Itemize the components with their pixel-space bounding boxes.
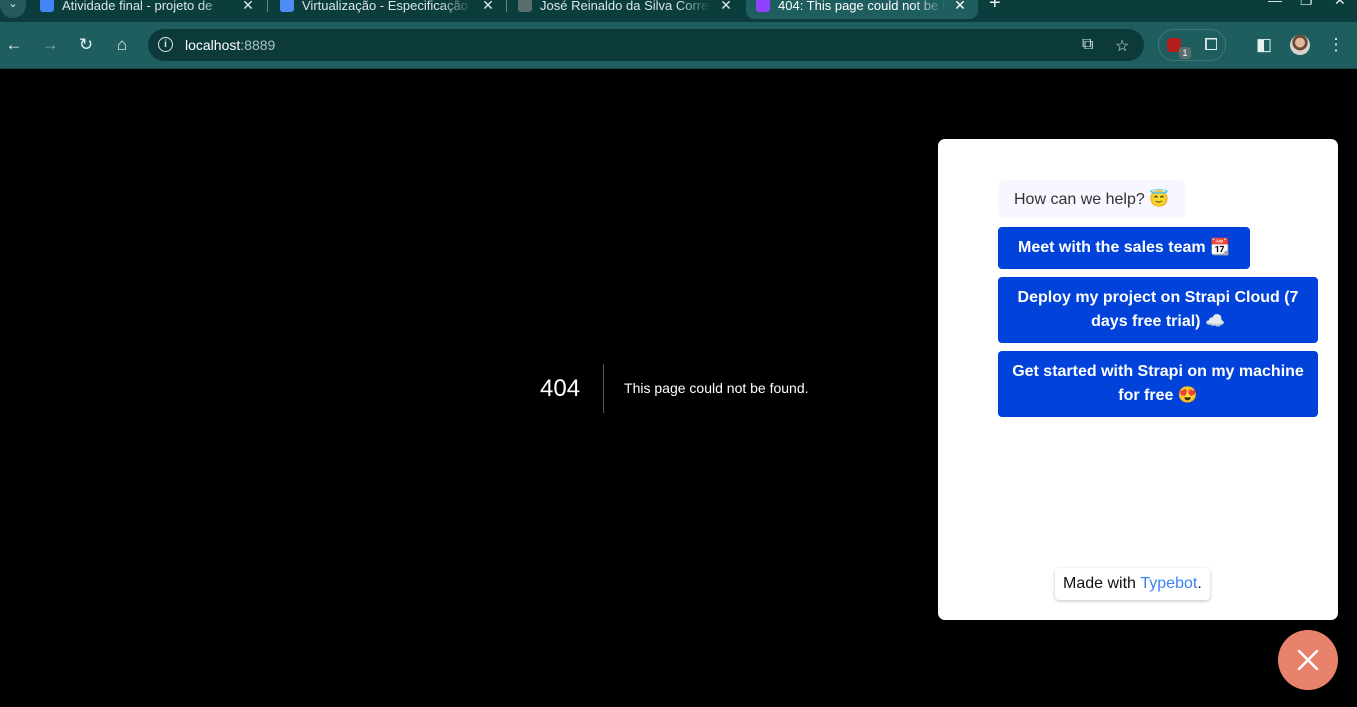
typebot-branding: Made with Typebot. <box>1055 568 1210 600</box>
close-tab-icon[interactable]: ✕ <box>718 0 734 14</box>
error-message: This page could not be found. <box>624 380 809 396</box>
bot-greeting-bubble: How can we help? 😇 <box>998 180 1186 218</box>
tab-jose-reinaldo[interactable]: José Reinaldo da Silva Corre ✕ <box>508 0 744 19</box>
bookmark-star-icon[interactable]: ☆ <box>1115 36 1129 56</box>
side-panel-icon[interactable]: ◧ <box>1254 35 1274 55</box>
meet-sales-button[interactable]: Meet with the sales team 📆 <box>998 227 1250 269</box>
reload-icon[interactable]: ↻ <box>76 35 96 55</box>
tab-search-button[interactable]: ⌄ <box>0 0 26 18</box>
browser-toolbar: ← → ↻ ⌂ i localhost:8889 ⧉ ☆ 1 ⧠ ◧ ⋮ <box>0 22 1357 68</box>
restore-window-icon[interactable]: ❐ <box>1300 0 1313 9</box>
close-tab-icon[interactable]: ✕ <box>240 0 256 14</box>
tab-strip: ⌄ Atividade final - projeto de ✕ Virtual… <box>0 0 1357 22</box>
extensions-puzzle-icon[interactable]: ⧠ <box>1201 35 1221 55</box>
close-icon <box>1297 649 1319 671</box>
url-text[interactable]: localhost:8889 <box>185 37 275 53</box>
not-found-block: 404 This page could not be found. <box>540 364 809 413</box>
chatbot-panel: How can we help? 😇 Meet with the sales t… <box>938 139 1338 620</box>
close-tab-icon[interactable]: ✕ <box>952 0 968 14</box>
translate-icon[interactable]: ⧉ <box>1082 36 1093 54</box>
page-favicon-icon <box>756 0 770 12</box>
tab-virtualizacao[interactable]: Virtualização - Especificação ✕ <box>270 0 506 19</box>
deploy-strapi-cloud-button[interactable]: Deploy my project on Strapi Cloud (7 day… <box>998 277 1318 343</box>
close-chat-button[interactable] <box>1278 630 1338 690</box>
get-started-strapi-button[interactable]: Get started with Strapi on my machine fo… <box>998 351 1318 417</box>
typebot-link[interactable]: Typebot <box>1140 575 1197 593</box>
site-info-icon[interactable]: i <box>158 37 173 52</box>
address-bar[interactable]: i localhost:8889 ⧉ ☆ <box>148 29 1144 61</box>
tab-atividade-final[interactable]: Atividade final - projeto de ✕ <box>30 0 266 19</box>
back-arrow-icon[interactable]: ← <box>4 35 24 55</box>
classroom-favicon-icon <box>40 0 54 12</box>
forward-arrow-icon[interactable]: → <box>40 35 60 55</box>
menu-kebab-icon[interactable]: ⋮ <box>1326 35 1346 55</box>
extensions-area: 1 ⧠ <box>1158 29 1226 61</box>
profile-avatar[interactable] <box>1290 35 1310 55</box>
extension-badge: 1 <box>1179 47 1191 59</box>
minimize-window-icon[interactable]: — <box>1268 0 1282 8</box>
docs-favicon-icon <box>280 0 294 12</box>
tab-404-page[interactable]: 404: This page could not be f ✕ <box>746 0 978 19</box>
close-tab-icon[interactable]: ✕ <box>480 0 496 14</box>
home-icon[interactable]: ⌂ <box>112 35 132 55</box>
error-code: 404 <box>540 364 605 413</box>
new-tab-button[interactable]: + <box>989 0 1001 15</box>
site-favicon-icon <box>518 0 532 12</box>
close-window-icon[interactable]: ✕ <box>1334 0 1346 9</box>
